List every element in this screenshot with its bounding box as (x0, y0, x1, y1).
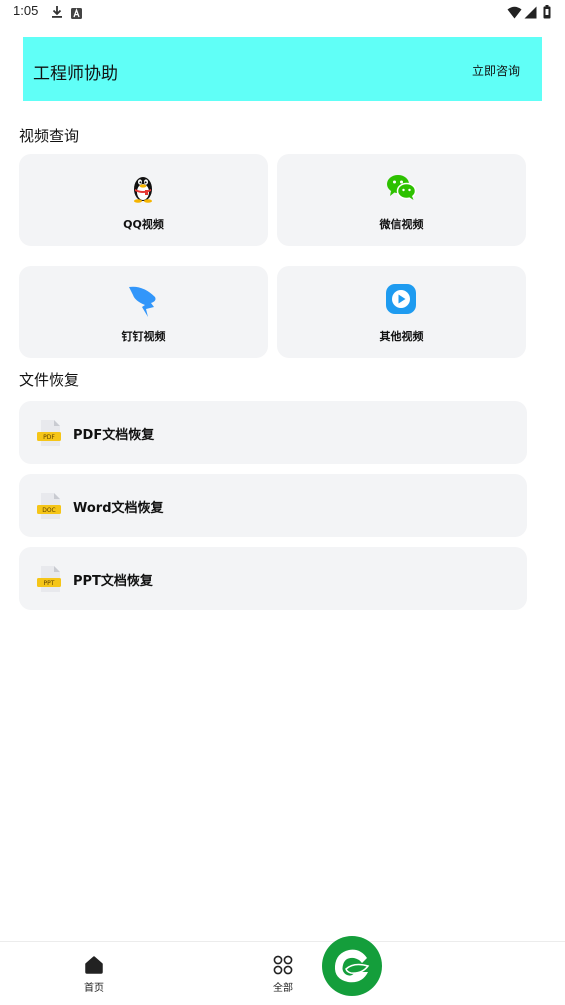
dingtalk-icon (127, 283, 159, 317)
doc-file-icon: DOC (37, 492, 63, 520)
nav-home[interactable]: 首页 (64, 942, 124, 998)
word-recovery-label: Word文档恢复 (73, 501, 164, 516)
qq-penguin-icon (127, 171, 159, 203)
video-section-title: 视频查询 (19, 127, 80, 145)
nav-home-label: 首页 (84, 983, 104, 994)
status-bar: 1:05 (0, 0, 565, 26)
notification-a-icon (71, 4, 82, 23)
wechat-icon (385, 171, 417, 203)
consult-now-button[interactable]: 立即咨询 (472, 62, 520, 79)
download-icon (51, 4, 63, 23)
word-recovery-item[interactable]: DOC Word文档恢复 (19, 474, 527, 537)
nav-all-label: 全部 (273, 983, 293, 994)
leaf-logo-icon (334, 949, 370, 983)
wechat-video-label: 微信视频 (379, 218, 424, 231)
dingtalk-video-label: 钉钉视频 (121, 330, 166, 343)
qq-video-label: QQ视频 (123, 218, 164, 231)
battery-icon (543, 4, 551, 23)
play-icon (385, 283, 417, 315)
grid-icon (273, 955, 293, 975)
ppt-file-icon: PPT (37, 565, 63, 593)
other-video-label: 其他视频 (379, 330, 424, 343)
leaf-logo-button[interactable] (322, 936, 382, 996)
status-time: 1:05 (13, 3, 39, 18)
banner-title: 工程师协助 (33, 64, 118, 84)
dingtalk-video-card[interactable]: 钉钉视频 (19, 266, 268, 358)
engineer-assist-banner: 工程师协助 立即咨询 (23, 37, 542, 101)
wechat-video-card[interactable]: 微信视频 (277, 154, 526, 246)
qq-video-card[interactable]: QQ视频 (19, 154, 268, 246)
ppt-recovery-label: PPT文档恢复 (73, 574, 153, 589)
ppt-recovery-item[interactable]: PPT PPT文档恢复 (19, 547, 527, 610)
doc-badge: DOC (42, 507, 56, 514)
pdf-recovery-label: PDF文档恢复 (73, 428, 155, 443)
pdf-badge: PDF (43, 434, 55, 441)
nav-all[interactable]: 全部 (253, 942, 313, 998)
pdf-recovery-item[interactable]: PDF PDF文档恢复 (19, 401, 527, 464)
signal-icon (524, 4, 537, 23)
bottom-nav: 首页 全部 (0, 941, 565, 1005)
other-video-card[interactable]: 其他视频 (277, 266, 526, 358)
home-icon (84, 955, 104, 975)
file-section-title: 文件恢复 (19, 371, 80, 389)
wifi-icon (507, 4, 522, 23)
pdf-file-icon: PDF (37, 419, 63, 447)
ppt-badge: PPT (44, 580, 55, 587)
